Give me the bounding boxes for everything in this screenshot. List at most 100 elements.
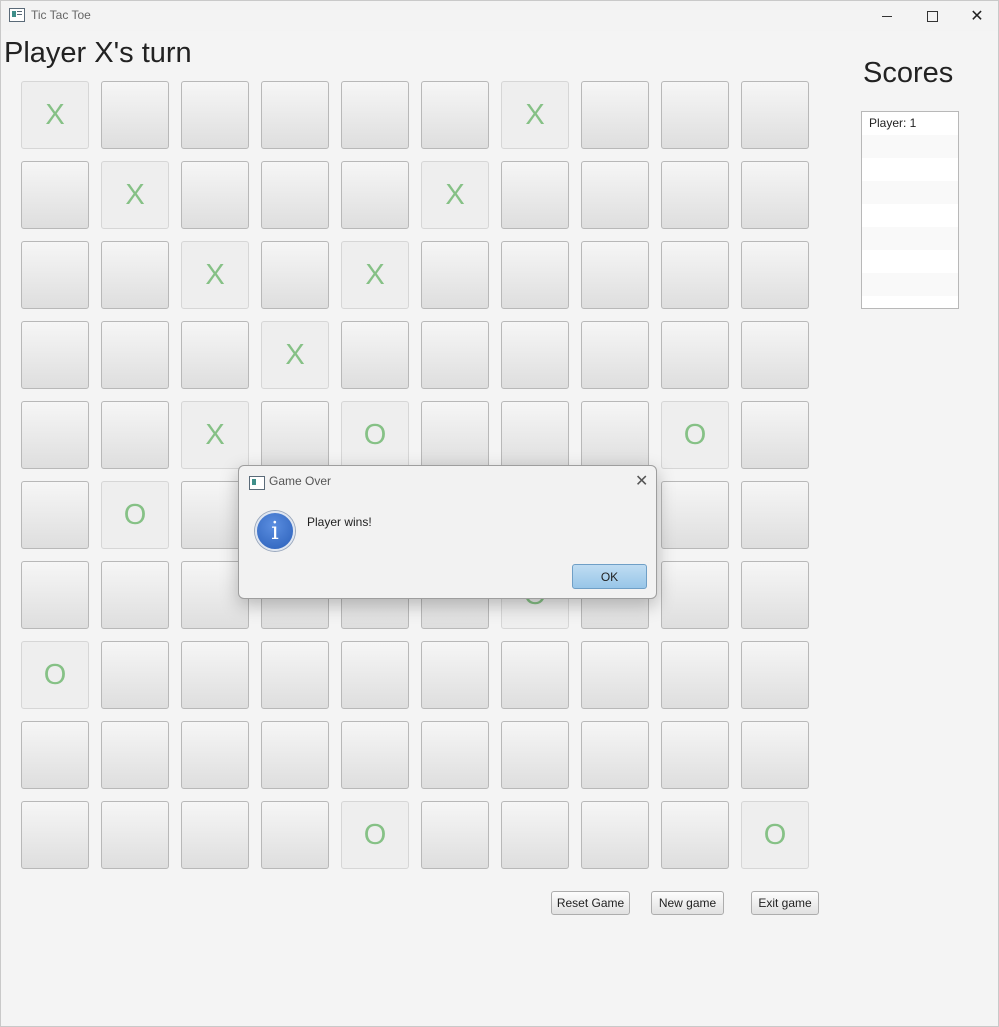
score-empty-row[interactable] [862, 158, 958, 181]
board-cell[interactable] [741, 241, 809, 309]
board-cell[interactable] [101, 801, 169, 869]
board-cell[interactable]: O [341, 401, 409, 469]
board-cell[interactable] [181, 801, 249, 869]
board-cell[interactable]: X [341, 241, 409, 309]
board-cell[interactable] [661, 801, 729, 869]
board-cell[interactable] [741, 721, 809, 789]
board-cell[interactable] [741, 561, 809, 629]
board-cell[interactable] [421, 721, 489, 789]
board-cell[interactable] [741, 401, 809, 469]
score-empty-row[interactable] [862, 227, 958, 250]
board-cell[interactable] [501, 401, 569, 469]
board-cell[interactable] [581, 801, 649, 869]
board-cell[interactable] [661, 561, 729, 629]
reset-game-button[interactable]: Reset Game [551, 891, 630, 915]
board-cell[interactable] [261, 801, 329, 869]
board-cell[interactable] [261, 641, 329, 709]
board-cell[interactable] [421, 641, 489, 709]
board-cell[interactable]: O [741, 801, 809, 869]
score-entry[interactable]: Player: 1 [862, 112, 958, 135]
board-cell[interactable] [261, 161, 329, 229]
board-cell[interactable] [741, 81, 809, 149]
scores-list[interactable]: Player: 1 [861, 111, 959, 309]
board-cell[interactable] [421, 241, 489, 309]
board-cell[interactable] [261, 241, 329, 309]
score-empty-row[interactable] [862, 135, 958, 158]
board-cell[interactable] [421, 401, 489, 469]
board-cell[interactable]: O [661, 401, 729, 469]
board-cell[interactable] [101, 81, 169, 149]
new-game-button[interactable]: New game [651, 891, 724, 915]
board-cell[interactable] [581, 401, 649, 469]
board-cell[interactable] [101, 721, 169, 789]
board-cell[interactable] [181, 641, 249, 709]
board-cell[interactable] [261, 81, 329, 149]
board-cell[interactable]: O [21, 641, 89, 709]
board-cell[interactable] [741, 641, 809, 709]
board-cell[interactable] [661, 641, 729, 709]
board-cell[interactable] [101, 401, 169, 469]
board-cell[interactable] [501, 641, 569, 709]
exit-game-button[interactable]: Exit game [751, 891, 819, 915]
board-cell[interactable]: O [101, 481, 169, 549]
board-cell[interactable] [101, 561, 169, 629]
close-button[interactable]: ✕ [954, 1, 999, 31]
board-cell[interactable] [101, 241, 169, 309]
board-cell[interactable] [661, 161, 729, 229]
board-cell[interactable]: X [421, 161, 489, 229]
board-cell[interactable]: X [181, 241, 249, 309]
board-cell[interactable]: X [101, 161, 169, 229]
board-cell[interactable] [581, 321, 649, 389]
board-cell[interactable] [181, 81, 249, 149]
board-cell[interactable] [581, 161, 649, 229]
board-cell[interactable] [501, 801, 569, 869]
board-cell[interactable]: X [181, 401, 249, 469]
board-cell[interactable] [21, 401, 89, 469]
board-cell[interactable] [661, 241, 729, 309]
board-cell[interactable] [421, 81, 489, 149]
board-cell[interactable] [181, 161, 249, 229]
minimize-button[interactable] [864, 1, 910, 31]
board-cell[interactable] [661, 81, 729, 149]
dialog-close-icon[interactable]: ✕ [635, 471, 648, 491]
board-cell[interactable] [501, 161, 569, 229]
board-cell[interactable] [581, 241, 649, 309]
board-cell[interactable] [661, 321, 729, 389]
board-cell[interactable] [661, 481, 729, 549]
score-empty-row[interactable] [862, 181, 958, 204]
board-cell[interactable] [581, 641, 649, 709]
board-cell[interactable] [181, 321, 249, 389]
score-empty-row[interactable] [862, 204, 958, 227]
board-cell[interactable] [341, 81, 409, 149]
board-cell[interactable] [501, 241, 569, 309]
board-cell[interactable] [341, 161, 409, 229]
ok-button[interactable]: OK [572, 564, 647, 589]
board-cell[interactable] [21, 561, 89, 629]
score-empty-row[interactable] [862, 250, 958, 273]
board-cell[interactable] [421, 321, 489, 389]
board-cell[interactable] [21, 481, 89, 549]
board-cell[interactable] [501, 321, 569, 389]
board-cell[interactable] [581, 81, 649, 149]
board-cell[interactable] [21, 241, 89, 309]
board-cell[interactable]: X [21, 81, 89, 149]
board-cell[interactable] [741, 161, 809, 229]
board-cell[interactable] [741, 321, 809, 389]
board-cell[interactable] [21, 161, 89, 229]
board-cell[interactable] [181, 721, 249, 789]
score-empty-row[interactable] [862, 273, 958, 296]
board-cell[interactable]: O [341, 801, 409, 869]
board-cell[interactable] [261, 401, 329, 469]
board-cell[interactable] [341, 321, 409, 389]
board-cell[interactable] [21, 321, 89, 389]
board-cell[interactable] [581, 721, 649, 789]
board-cell[interactable] [421, 801, 489, 869]
title-bar[interactable]: Tic Tac Toe ✕ [1, 1, 998, 31]
board-cell[interactable] [261, 721, 329, 789]
board-cell[interactable] [21, 721, 89, 789]
maximize-button[interactable] [909, 1, 955, 31]
board-cell[interactable]: X [501, 81, 569, 149]
board-cell[interactable]: X [261, 321, 329, 389]
board-cell[interactable] [341, 641, 409, 709]
board-cell[interactable] [341, 721, 409, 789]
